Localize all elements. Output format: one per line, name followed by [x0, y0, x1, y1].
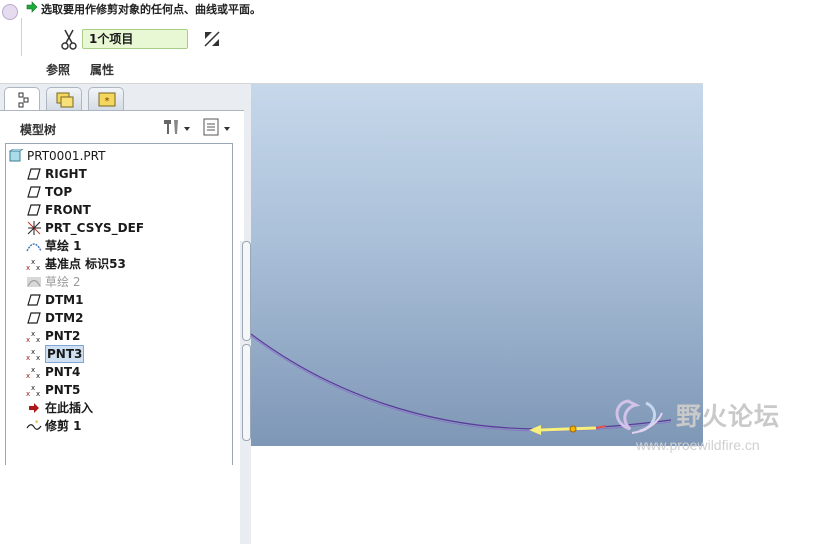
- svg-text:x: x: [31, 330, 35, 338]
- sketch-icon: [26, 243, 42, 252]
- model-view: [251, 333, 672, 435]
- favorites-folder-icon: *: [98, 92, 116, 107]
- tree-item-label: TOP: [45, 185, 73, 199]
- svg-text:x: x: [36, 372, 40, 379]
- tree-item-label: PNT4: [45, 365, 81, 379]
- trim-direction-arrow[interactable]: [529, 425, 607, 435]
- tools-menu-icon[interactable]: [160, 116, 194, 138]
- folders-icon: [56, 92, 74, 108]
- svg-text:x: x: [31, 384, 35, 392]
- watermark-url: www.proewildfire.cn: [636, 437, 760, 453]
- svg-text:x: x: [31, 258, 35, 266]
- model-tree-title: 模型树: [20, 123, 57, 137]
- svg-text:x: x: [26, 264, 30, 271]
- tree-item-label: 草绘 2: [45, 275, 81, 289]
- svg-text:x: x: [36, 354, 40, 361]
- watermark-title: 野火论坛: [676, 402, 781, 431]
- datum-plane-icon: [27, 186, 41, 198]
- datum-plane-icon: [27, 168, 41, 180]
- trim-icon: *: [26, 419, 42, 430]
- tree-item-label: PNT3: [45, 345, 85, 363]
- datum-point-icon: x x x: [26, 384, 40, 397]
- prompt-arrow-icon: [26, 1, 38, 13]
- show-menu-icon[interactable]: [201, 116, 235, 138]
- tree-item-label: PRT0001.PRT: [27, 149, 106, 163]
- tab-properties[interactable]: 属性: [90, 61, 114, 78]
- model-tree: PRT0001.PRT RIGHT TOP FRONT PRT_CSYS_DEF…: [5, 143, 233, 465]
- navigator-panel: * 模型树 PRT0001.PRT RIGHT TOP FRONT PRT_CS…: [0, 84, 251, 544]
- graphics-window[interactable]: [251, 84, 703, 446]
- tree-item-label: PNT2: [45, 329, 81, 343]
- trim-object-collector[interactable]: 1个项目: [82, 29, 188, 49]
- datum-plane-icon: [27, 294, 41, 306]
- tree-item-label: PRT_CSYS_DEF: [45, 221, 145, 235]
- scissors-icon: [61, 29, 77, 50]
- svg-text:x: x: [31, 348, 35, 356]
- tree-item-label: 基准点 标识53: [45, 257, 126, 271]
- flip-direction-icon[interactable]: [202, 29, 222, 49]
- svg-text:x: x: [36, 264, 40, 271]
- svg-text:x: x: [26, 372, 30, 379]
- model-tree-panel: 模型树 PRT0001.PRT RIGHT TOP FRONT PRT_CSYS…: [0, 110, 244, 465]
- tree-item-label: 在此插入: [45, 401, 94, 415]
- sketch-icon: [27, 277, 41, 287]
- svg-text:x: x: [26, 354, 30, 361]
- datum-plane-icon: [27, 312, 41, 324]
- svg-text:*: *: [35, 419, 39, 427]
- svg-text:*: *: [105, 96, 110, 107]
- datum-point-icon: x x x: [26, 366, 40, 379]
- tree-item-label: DTM1: [45, 293, 84, 307]
- svg-text:x: x: [31, 366, 35, 374]
- datum-point-icon: x x x: [26, 348, 40, 361]
- divider: [21, 18, 22, 56]
- splitter-handle[interactable]: [242, 241, 251, 341]
- svg-text:x: x: [26, 336, 30, 343]
- tab-model-tree[interactable]: [4, 87, 40, 111]
- tree-item-label: 草绘 1: [45, 239, 82, 253]
- svg-text:x: x: [36, 336, 40, 343]
- dashboard-grip-icon[interactable]: [2, 4, 18, 20]
- tab-references[interactable]: 参照: [46, 61, 70, 78]
- svg-text:x: x: [36, 390, 40, 397]
- tree-item-label: RIGHT: [45, 167, 87, 181]
- part-icon: [8, 149, 24, 162]
- datum-plane-icon: [27, 204, 41, 216]
- tab-folder-browser[interactable]: [46, 87, 82, 110]
- trim-dashboard: 选取要用作修剪对象的任何点、曲线或平面。 1个项目 参照 属性: [0, 0, 703, 84]
- datum-point-icon: x x x: [26, 330, 40, 343]
- navigator-splitter[interactable]: [240, 241, 251, 544]
- message-prompt: 选取要用作修剪对象的任何点、曲线或平面。: [41, 3, 261, 16]
- insert-here-icon: [29, 403, 39, 413]
- svg-text:x: x: [26, 390, 30, 397]
- tree-item-label: 修剪 1: [45, 419, 82, 433]
- splitter-handle[interactable]: [242, 344, 251, 441]
- model-tree-icon: [18, 92, 29, 108]
- tree-item-label: PNT5: [45, 383, 81, 397]
- tree-item-label: FRONT: [45, 203, 91, 217]
- datum-point-icon: x x x: [26, 258, 40, 271]
- csys-icon: [27, 221, 41, 235]
- tree-item-label: DTM2: [45, 311, 84, 325]
- tab-favorites[interactable]: *: [88, 87, 124, 110]
